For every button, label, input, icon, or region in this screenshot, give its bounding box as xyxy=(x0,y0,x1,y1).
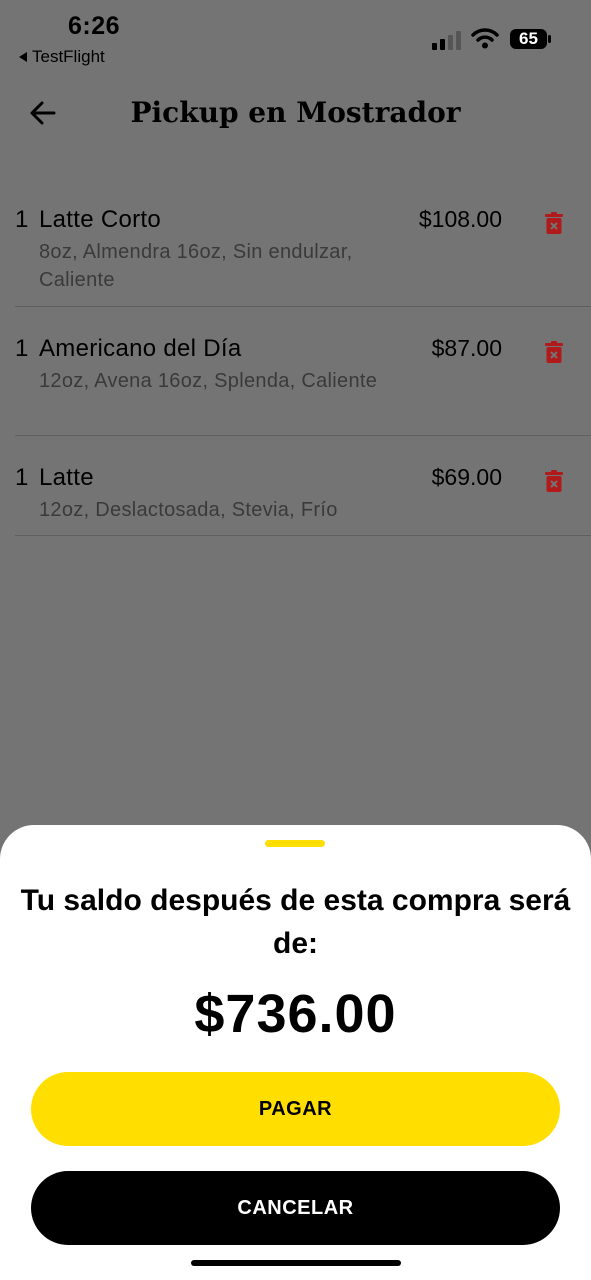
list-item: 1 Latte Corto 8oz, Almendra 16oz, Sin en… xyxy=(15,178,591,307)
back-to-app-link[interactable]: TestFlight xyxy=(19,47,105,67)
home-indicator[interactable] xyxy=(191,1260,401,1266)
item-details: 8oz, Almendra 16oz, Sin endulzar, Calien… xyxy=(39,241,353,291)
page-header: Pickup en Mostrador xyxy=(0,88,591,144)
item-price: $108.00 xyxy=(418,206,502,232)
item-quantity: 1 xyxy=(15,464,29,491)
trash-icon[interactable] xyxy=(545,470,563,492)
back-app-label: TestFlight xyxy=(32,47,105,66)
status-time: 6:26 xyxy=(68,12,121,40)
remaining-balance: $736.00 xyxy=(194,984,397,1044)
item-details: 12oz, Avena 16oz, Splenda, Caliente xyxy=(39,370,378,392)
item-details: 12oz, Deslactosada, Stevia, Frío xyxy=(39,499,338,521)
order-list: 1 Latte Corto 8oz, Almendra 16oz, Sin en… xyxy=(15,178,591,536)
wifi-icon xyxy=(471,28,499,49)
page-title: Pickup en Mostrador xyxy=(130,96,461,129)
item-name: Americano del Día xyxy=(39,335,242,362)
confirm-payment-sheet: Tu saldo después de esta compra será de:… xyxy=(0,825,591,1280)
item-name: Latte Corto xyxy=(39,206,162,233)
cellular-signal-icon xyxy=(432,31,461,50)
back-triangle-icon xyxy=(19,52,27,62)
item-quantity: 1 xyxy=(15,206,29,233)
list-item: 1 Latte 12oz, Deslactosada, Stevia, Frío… xyxy=(15,436,591,536)
list-item: 1 Americano del Día 12oz, Avena 16oz, Sp… xyxy=(15,307,591,436)
item-price: $87.00 xyxy=(431,335,502,361)
sheet-drag-handle[interactable] xyxy=(265,840,325,847)
sheet-title: Tu saldo después de esta compra será de: xyxy=(20,884,571,960)
status-bar: 6:26 TestFlight 65 xyxy=(0,0,591,80)
item-price: $69.00 xyxy=(431,464,502,490)
trash-icon[interactable] xyxy=(545,212,563,234)
item-name: Latte xyxy=(39,464,94,491)
cancel-button[interactable]: CANCELAR xyxy=(31,1171,560,1245)
trash-icon[interactable] xyxy=(545,341,563,363)
item-quantity: 1 xyxy=(15,335,29,362)
battery-level: 65 xyxy=(519,29,538,48)
pay-button[interactable]: PAGAR xyxy=(31,1072,560,1146)
